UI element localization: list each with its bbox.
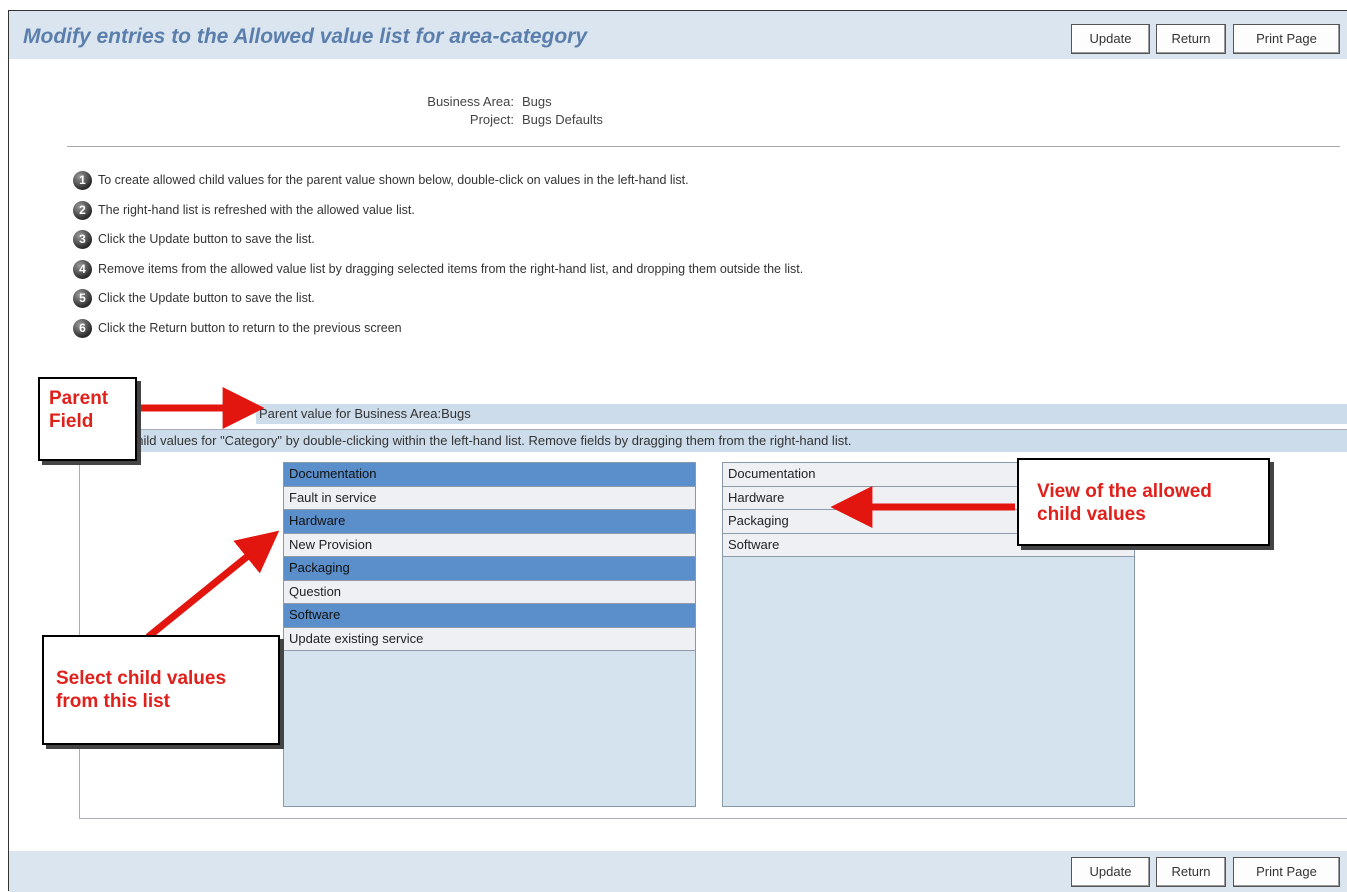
return-button-label: Return [1171,31,1211,46]
page-title: Modify entries to the Allowed value list… [23,25,588,48]
project-value: Bugs Defaults [522,112,603,127]
update-button-label: Update [1089,864,1132,879]
step-1: 1 To create allowed child values for the … [73,169,689,191]
list-item[interactable]: Packaging [284,557,695,581]
print-page-button-label: Print Page [1256,31,1317,46]
print-page-button[interactable]: Print Page [1233,857,1340,887]
panel-instructions: Select child values for "Category" by do… [80,430,1347,452]
step-text: Click the Update button to save the list… [98,291,315,305]
business-area-row: Business Area: Bugs [361,93,661,111]
project-label: Project: [469,112,514,127]
list-item[interactable]: Documentation [284,463,695,487]
step-2: 2 The right-hand list is refreshed with t… [73,199,415,221]
business-area-label: Business Area: [427,94,514,109]
list-item[interactable]: Fault in service [284,486,695,510]
step-text: The right-hand list is refreshed with th… [98,203,415,217]
step-4: 4 Remove items from the allowed value lis… [73,258,803,280]
print-page-button[interactable]: Print Page [1233,24,1340,54]
step-number-icon: 2 [73,200,92,220]
return-button-label: Return [1171,864,1211,879]
step-number-icon: 6 [73,318,92,338]
divider [67,146,1340,147]
update-button[interactable]: Update [1071,24,1150,54]
return-button[interactable]: Return [1156,857,1226,887]
top-toolbar: Modify entries to the Allowed value list… [9,11,1347,59]
bottom-toolbar: Update Return Print Page [9,851,1347,892]
step-text: To create allowed child values for the p… [98,173,689,187]
list-item[interactable]: Question [284,580,695,604]
list-item[interactable]: Software [284,604,695,628]
step-text: Click the Update button to save the list… [98,232,315,246]
business-area-value: Bugs [522,94,552,109]
update-button-label: Update [1089,31,1132,46]
print-page-button-label: Print Page [1256,864,1317,879]
step-number-icon: 5 [73,288,92,308]
step-6: 6 Click the Return button to return to th… [73,317,402,339]
step-number-icon: 3 [73,229,92,249]
allowed-child-callout: View of the allowed child values [1017,458,1270,546]
app-frame: Modify entries to the Allowed value list… [8,10,1347,892]
step-text: Click the Return button to return to the… [98,321,402,335]
project-row: Project: Bugs Defaults [361,111,661,129]
step-number-icon: 1 [73,170,92,190]
update-button[interactable]: Update [1071,857,1150,887]
select-child-callout: Select child values from this list [42,635,280,745]
available-values-list[interactable]: Documentation Fault in service Hardware … [283,462,696,807]
parent-field-callout: Parent Field [38,377,137,461]
step-text: Remove items from the allowed value list… [98,262,804,276]
list-item[interactable]: Update existing service [284,627,695,651]
step-5: 5 Click the Update button to save the lis… [73,287,315,309]
context-info: Business Area: Bugs Project: Bugs Defaul… [361,93,661,129]
step-number-icon: 4 [73,259,92,279]
list-item[interactable]: Hardware [284,510,695,534]
parent-value-bar: Parent value for Business Area:Bugs [256,404,1347,424]
list-item[interactable]: New Provision [284,533,695,557]
return-button[interactable]: Return [1156,24,1226,54]
step-3: 3 Click the Update button to save the lis… [73,228,315,250]
